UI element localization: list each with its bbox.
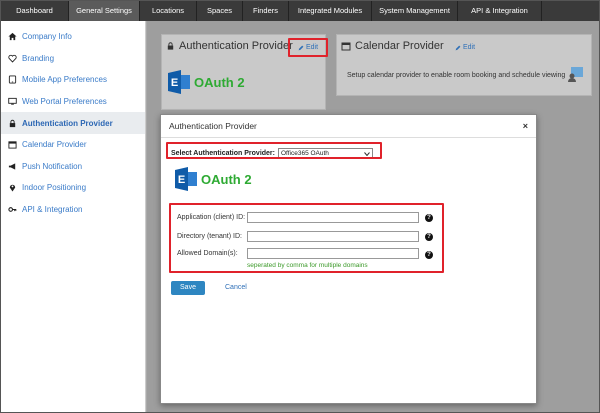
close-icon[interactable]: × — [523, 121, 528, 131]
edit-highlight-box — [288, 38, 328, 57]
app-frame: Dashboard General Settings Locations Spa… — [0, 0, 600, 413]
calendar-provider-card: Calendar Provider Edit Setup calendar pr… — [336, 34, 592, 96]
sidebar: Company Info Branding Mobile App Prefere… — [1, 21, 151, 412]
sidebar-item-label: Indoor Positioning — [22, 183, 87, 193]
sidebar-item-label: Mobile App Preferences — [22, 75, 107, 85]
calendar-card-description: Setup calendar provider to enable room b… — [347, 72, 566, 79]
monitor-icon — [8, 97, 17, 106]
outlook-logo-icon: E — [168, 70, 190, 94]
tab-system-management[interactable]: System Management — [372, 1, 458, 21]
sidebar-item-authentication-provider[interactable]: Authentication Provider — [1, 112, 145, 134]
tab-dashboard[interactable]: Dashboard — [1, 1, 69, 21]
sidebar-item-indoor-positioning[interactable]: Indoor Positioning — [1, 177, 145, 199]
tab-integrated-modules[interactable]: Integrated Modules — [289, 1, 372, 21]
calendar-people-icon — [568, 67, 583, 82]
sidebar-item-api-integration[interactable]: API & Integration — [1, 199, 145, 221]
sidebar-item-label: Company Info — [22, 32, 72, 42]
heart-icon — [8, 54, 17, 63]
sidebar-item-label: Push Notification — [22, 161, 83, 171]
modal-title: Authentication Provider — [169, 121, 257, 131]
tab-api-integration[interactable]: API & Integration — [458, 1, 542, 21]
tablet-icon — [8, 75, 17, 85]
map-marker-icon — [8, 183, 17, 193]
sidebar-item-push-notification[interactable]: Push Notification — [1, 156, 145, 178]
auth-card-title: Authentication Provider — [166, 40, 293, 52]
auth-provider-modal: Authentication Provider × Select Authent… — [160, 114, 537, 404]
modal-header: Authentication Provider × — [161, 115, 536, 138]
fields-highlight-box — [169, 203, 444, 273]
svg-text:E: E — [178, 174, 185, 186]
key-icon — [8, 205, 17, 214]
tab-locations[interactable]: Locations — [140, 1, 197, 21]
save-button[interactable]: Save — [171, 281, 205, 295]
sidebar-item-label: Authentication Provider — [22, 118, 113, 128]
main-content: Authentication Provider Edit E OAuth 2 C — [147, 21, 599, 412]
sidebar-item-calendar-provider[interactable]: Calendar Provider — [1, 134, 145, 156]
calendar-edit-link[interactable]: Edit — [455, 44, 475, 51]
cancel-button[interactable]: Cancel — [225, 281, 247, 295]
home-icon — [8, 32, 17, 41]
tab-spaces[interactable]: Spaces — [197, 1, 243, 21]
sidebar-item-mobile-app-preferences[interactable]: Mobile App Preferences — [1, 69, 145, 91]
lock-icon — [167, 42, 174, 50]
sidebar-item-label: Calendar Provider — [22, 140, 87, 150]
provider-highlight-box — [166, 142, 382, 159]
svg-text:E: E — [171, 77, 178, 89]
sidebar-item-label: Web Portal Preferences — [22, 97, 107, 107]
top-nav: Dashboard General Settings Locations Spa… — [1, 1, 599, 21]
calendar-card-title: Calendar Provider — [341, 40, 444, 52]
outlook-logo-icon: E — [175, 167, 197, 191]
tab-finders[interactable]: Finders — [243, 1, 289, 21]
tab-general-settings[interactable]: General Settings — [69, 1, 140, 21]
sidebar-item-company-info[interactable]: Company Info — [1, 26, 145, 48]
pencil-icon — [455, 45, 461, 50]
modal-logo: E OAuth 2 — [175, 166, 252, 192]
sidebar-item-branding[interactable]: Branding — [1, 48, 145, 70]
auth-card-logo: E OAuth 2 — [168, 69, 245, 95]
sidebar-item-label: Branding — [22, 53, 55, 63]
sidebar-item-label: API & Integration — [22, 205, 83, 215]
megaphone-icon — [8, 162, 17, 171]
calendar-icon — [8, 140, 17, 149]
sidebar-item-web-portal-preferences[interactable]: Web Portal Preferences — [1, 91, 145, 113]
lock-icon — [8, 119, 17, 128]
calendar-icon — [341, 42, 351, 51]
